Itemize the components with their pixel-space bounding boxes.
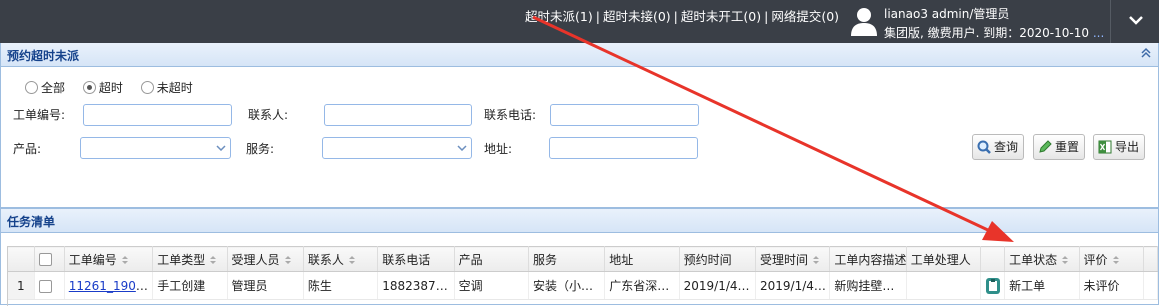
collapse-button[interactable] xyxy=(1110,0,1159,43)
link-timeout-not-started[interactable]: 超时未开工(0) xyxy=(681,9,761,24)
task-panel-header: 任务清单 xyxy=(1,209,1158,233)
time-filter-radios: 全部 超时 未超时 xyxy=(25,79,207,96)
top-bar: 超时未派(1) | 超时未接(0) | 超时未开工(0) | 网络提交(0) lianao3… xyxy=(0,0,1159,43)
cell-status: 新工单 xyxy=(1004,271,1080,300)
user-avatar-icon[interactable] xyxy=(850,6,878,36)
cell-accept-time: 2019/1/4… xyxy=(755,271,831,300)
column-header[interactable]: 预约时间 xyxy=(679,246,757,272)
reset-button[interactable]: 重置 xyxy=(1033,134,1086,160)
link-network-submit[interactable]: 网络提交(0) xyxy=(771,9,839,24)
top-status-links: 超时未派(1) | 超时未接(0) | 超时未开工(0) | 网络提交(0) xyxy=(525,9,840,24)
column-header[interactable]: 服务 xyxy=(528,246,606,272)
order-no-input[interactable] xyxy=(83,104,232,126)
service-label: 服务: xyxy=(246,142,275,156)
cell-handler: 管理员 xyxy=(227,271,304,300)
product-select[interactable] xyxy=(80,137,231,159)
address-input[interactable] xyxy=(549,137,698,159)
sort-icon xyxy=(284,256,291,264)
clipboard-icon[interactable] xyxy=(985,277,1001,295)
cell-order-no: 11261_19010… xyxy=(64,271,154,300)
column-header[interactable]: 联系电话 xyxy=(377,246,455,272)
column-header[interactable]: 联系人 xyxy=(303,246,379,272)
column-header[interactable]: 工单状态 xyxy=(1004,246,1080,272)
filter-panel-header: 预约超时未派 xyxy=(1,43,1158,67)
task-list-panel: 任务清单 工单编号 工单类型 受理人员 联系人 联系电话 产品 服务 地址 预约… xyxy=(0,208,1159,306)
table-row[interactable]: 1 11261_19010… 手工创建 管理员 陈生 18823872206 空… xyxy=(8,271,1159,300)
service-select[interactable] xyxy=(322,137,472,159)
search-icon xyxy=(976,139,992,155)
cell-address: 广东省深… xyxy=(604,271,680,300)
column-header[interactable]: 工单处理人 xyxy=(906,246,982,272)
link-timeout-unassigned[interactable]: 超时未派(1) xyxy=(525,9,593,24)
row-number: 1 xyxy=(8,271,35,300)
excel-icon xyxy=(1097,139,1113,155)
link-timeout-unaccepted[interactable]: 超时未接(0) xyxy=(603,9,671,24)
filter-panel: 预约超时未派 全部 超时 未超时 工单编号: 联系人: 联系电话: 产品: 服务… xyxy=(0,43,1159,208)
more-link[interactable]: ... xyxy=(1093,26,1104,40)
cell-phone: 18823872206 xyxy=(377,271,455,300)
sort-icon xyxy=(813,256,820,264)
filter-panel-title: 预约超时未派 xyxy=(7,49,80,63)
column-header[interactable]: 产品 xyxy=(454,246,529,272)
column-header[interactable]: 受理时间 xyxy=(755,246,831,272)
cell-processor xyxy=(906,271,982,300)
row-select-cell xyxy=(34,271,65,300)
row-number-header xyxy=(8,246,35,272)
cell-filler xyxy=(1143,271,1159,300)
column-header-filler xyxy=(1143,246,1159,272)
column-header[interactable]: 工单内容描述 xyxy=(829,246,907,272)
cell-rating: 未评价 xyxy=(1079,271,1144,300)
column-header[interactable]: 地址 xyxy=(604,246,680,272)
phone-input[interactable] xyxy=(550,104,699,126)
order-no-label: 工单编号: xyxy=(13,108,66,122)
radio-not-timeout[interactable] xyxy=(140,81,154,94)
task-panel-title: 任务清单 xyxy=(7,215,56,229)
select-all-header xyxy=(34,246,65,272)
user-name[interactable]: lianao3 admin/管理员 xyxy=(884,5,1009,22)
address-label: 地址: xyxy=(484,142,513,156)
column-header[interactable]: 受理人员 xyxy=(227,246,304,272)
sort-icon xyxy=(210,256,217,264)
cell-appointment-time: 2019/1/4… xyxy=(679,271,757,300)
sort-icon xyxy=(348,256,355,264)
column-header[interactable]: 工单类型 xyxy=(152,246,228,272)
column-header[interactable]: 工单编号 xyxy=(64,246,154,272)
cell-contact: 陈生 xyxy=(303,271,379,300)
search-button[interactable]: 查询 xyxy=(972,134,1025,160)
cell-description: 新购挂壁… xyxy=(829,271,907,300)
chevron-down-icon xyxy=(212,138,230,158)
cell-service: 安装（小… xyxy=(528,271,606,300)
user-plan: 集团版, 缴费用户. 到期：2020-10-10 ... xyxy=(884,26,1105,40)
cell-order-type: 手工创建 xyxy=(152,271,228,300)
sort-icon xyxy=(1112,256,1119,264)
radio-timeout[interactable] xyxy=(82,81,96,94)
radio-all[interactable] xyxy=(25,81,38,94)
task-grid: 工单编号 工单类型 受理人员 联系人 联系电话 产品 服务 地址 预约时间 受理… xyxy=(7,246,1159,306)
column-header[interactable]: 评价 xyxy=(1079,246,1144,272)
cell-status-icon xyxy=(980,271,1006,300)
grid-header-row: 工单编号 工单类型 受理人员 联系人 联系电话 产品 服务 地址 预约时间 受理… xyxy=(8,246,1159,272)
chevron-down-icon xyxy=(1129,16,1143,25)
phone-label: 联系电话: xyxy=(484,108,537,122)
product-label: 产品: xyxy=(13,142,42,156)
contact-label: 联系人: xyxy=(248,108,289,122)
chevron-down-icon xyxy=(453,138,471,158)
sort-icon xyxy=(121,256,128,264)
collapse-up-icon[interactable] xyxy=(1140,47,1152,62)
column-header xyxy=(980,246,1006,272)
select-all-checkbox[interactable] xyxy=(38,253,52,266)
contact-input[interactable] xyxy=(324,104,472,126)
row-checkbox[interactable] xyxy=(38,279,52,293)
cell-product: 空调 xyxy=(454,271,529,300)
sort-icon xyxy=(1062,256,1069,264)
pencil-icon xyxy=(1037,139,1053,155)
order-no-link[interactable]: 11261_19010… xyxy=(69,279,152,293)
export-button[interactable]: 导出 xyxy=(1093,134,1146,160)
